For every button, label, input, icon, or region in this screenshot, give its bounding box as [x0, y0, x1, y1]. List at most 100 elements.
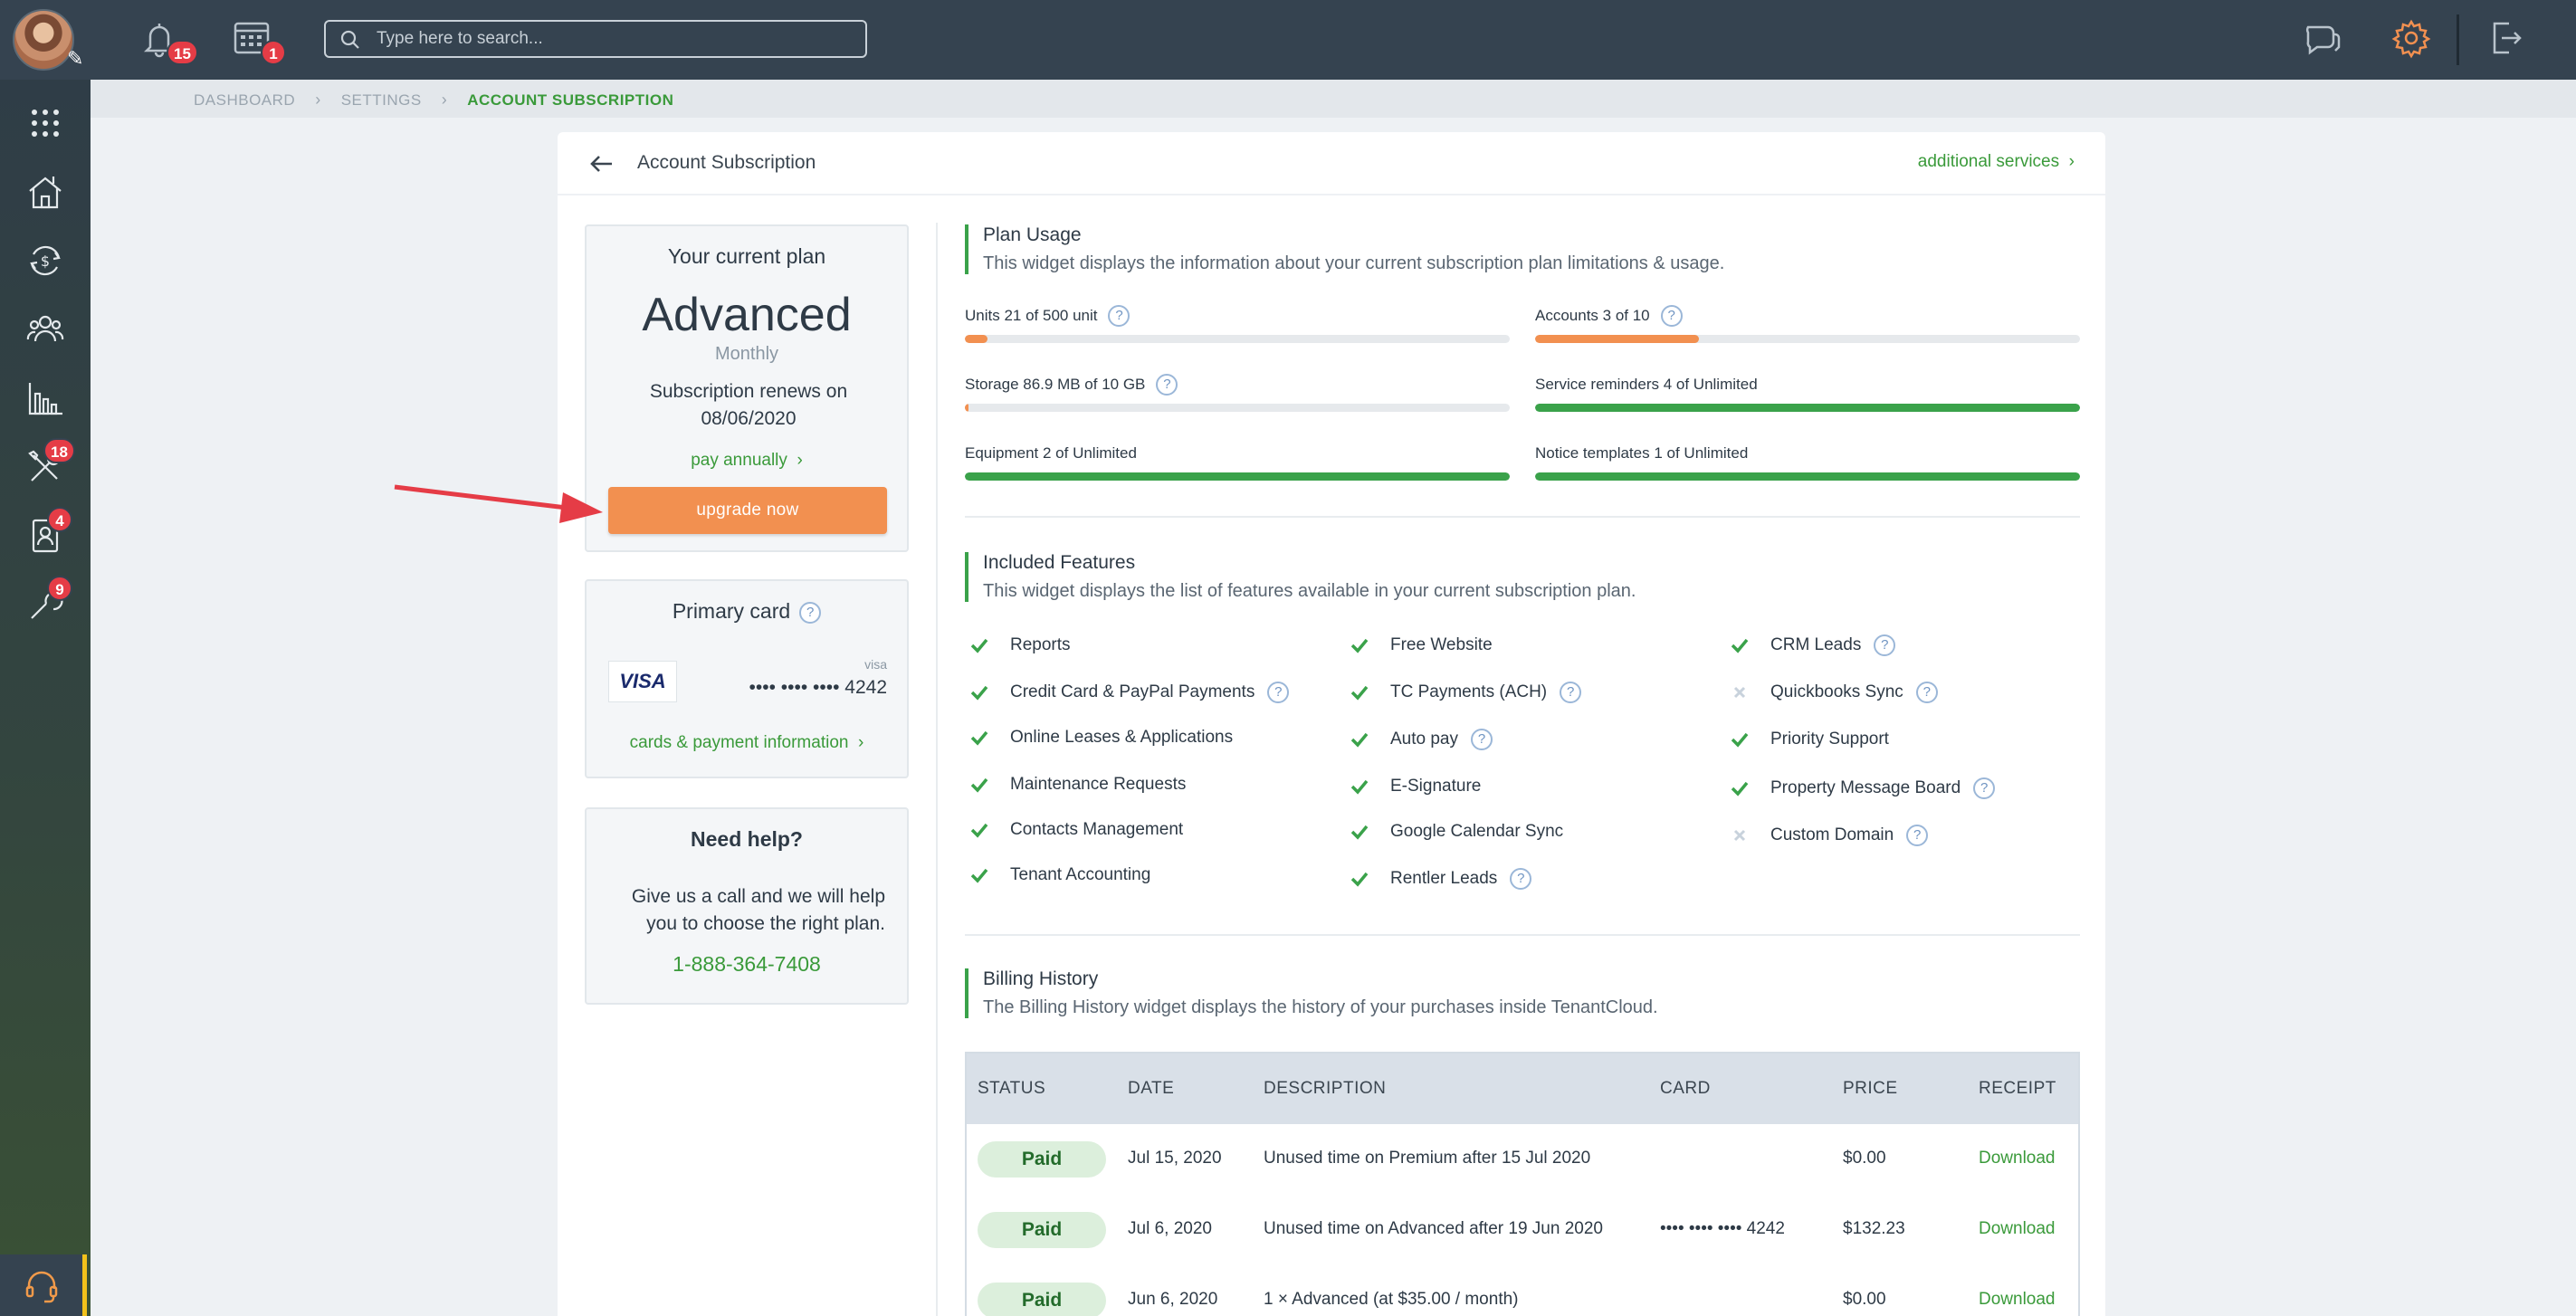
- chat-icon[interactable]: [2299, 16, 2342, 60]
- help-question-icon[interactable]: ?: [1510, 868, 1532, 890]
- svg-text:$: $: [41, 253, 50, 270]
- help-question-icon[interactable]: ?: [1471, 729, 1493, 750]
- support-headset-button[interactable]: [0, 1254, 87, 1316]
- help-question-icon[interactable]: ?: [1915, 682, 1938, 703]
- usage-item: Service reminders 4 of Unlimited: [1535, 373, 2080, 412]
- cross-icon: [1731, 826, 1749, 844]
- breadcrumb-dashboard[interactable]: DASHBOARD: [194, 91, 295, 110]
- sidebar-item-services[interactable]: [0, 570, 91, 639]
- usage-label: Service reminders 4 of Unlimited: [1535, 373, 2080, 396]
- status-badge: Paid: [978, 1212, 1106, 1248]
- help-question-icon[interactable]: ?: [1267, 682, 1290, 703]
- upgrade-now-button[interactable]: upgrade now: [608, 487, 887, 534]
- card-brand: visa: [864, 657, 887, 672]
- search-box[interactable]: [324, 20, 867, 58]
- primary-card-heading: Primary card?: [587, 599, 907, 624]
- cell-description: Unused time on Premium after 15 Jul 2020: [1264, 1149, 1591, 1168]
- feature-item: Maintenance Requests: [970, 771, 1186, 798]
- check-icon: [970, 729, 988, 747]
- pay-annually-link[interactable]: pay annually ›: [587, 451, 907, 471]
- help-question-icon[interactable]: ?: [1108, 305, 1131, 327]
- download-receipt-link[interactable]: Download: [1979, 1219, 2056, 1239]
- usage-progress-bar: [965, 335, 1510, 343]
- feature-label: TC Payments (ACH): [1390, 682, 1548, 701]
- sidebar-item-contacts[interactable]: [0, 501, 91, 570]
- cell-date: Jun 6, 2020: [1128, 1290, 1218, 1309]
- usage-label: Storage 86.9 MB of 10 GB?: [965, 373, 1510, 396]
- feature-label: Credit Card & PayPal Payments: [1010, 682, 1255, 701]
- sidebar-item-people[interactable]: [0, 295, 91, 364]
- help-question-icon[interactable]: ?: [1874, 634, 1896, 656]
- current-plan-panel: Your current plan Advanced Monthly Subsc…: [585, 224, 909, 552]
- back-arrow-icon[interactable]: [588, 150, 615, 177]
- plan-name: Advanced: [642, 289, 852, 341]
- breadcrumb-settings[interactable]: SETTINGS: [341, 91, 422, 110]
- primary-card-panel: Primary card? VISA visa •••• •••• •••• 4…: [585, 579, 909, 778]
- plan-usage-title: Plan Usage: [983, 224, 1082, 245]
- usage-item: Units 21 of 500 unit?: [965, 304, 1510, 343]
- feature-label: Priority Support: [1770, 730, 1889, 749]
- logout-icon[interactable]: [2484, 16, 2527, 60]
- usage-progress-bar: [1535, 404, 2080, 412]
- feature-label: Online Leases & Applications: [1010, 728, 1234, 747]
- cell-price: $0.00: [1843, 1149, 1886, 1168]
- help-question-icon[interactable]: ?: [799, 601, 822, 624]
- plan-period: Monthly: [714, 344, 779, 364]
- feature-label: Reports: [1010, 635, 1071, 654]
- feature-item: Credit Card & PayPal Payments?: [970, 679, 1290, 706]
- cards-payment-link[interactable]: cards & payment information ›: [587, 733, 907, 753]
- pin-icon: ✎: [67, 47, 84, 70]
- user-avatar[interactable]: [13, 9, 74, 71]
- help-question-icon[interactable]: ?: [1906, 825, 1929, 846]
- help-question-icon[interactable]: ?: [1156, 374, 1178, 396]
- billing-rows: Paid Jul 15, 2020 Unused time on Premium a…: [967, 1124, 2078, 1316]
- download-receipt-link[interactable]: Download: [1979, 1290, 2056, 1310]
- status-badge: Paid: [978, 1141, 1106, 1178]
- billing-header: Billing History The Billing History widg…: [965, 968, 1658, 1018]
- feature-item: Property Message Board?: [1731, 775, 1996, 802]
- sidebar-item-payments[interactable]: $: [0, 226, 91, 295]
- feature-item: Google Calendar Sync: [1350, 818, 1563, 845]
- table-row: Paid Jul 15, 2020 Unused time on Premium a…: [967, 1124, 2078, 1195]
- help-question-icon[interactable]: ?: [1660, 305, 1683, 327]
- usage-progress-fill: [1535, 335, 1699, 343]
- search-input[interactable]: [377, 27, 847, 51]
- chevron-right-icon: ›: [315, 91, 321, 109]
- feature-item: Tenant Accounting: [970, 862, 1150, 889]
- check-icon: [970, 866, 988, 884]
- usage-label-text: Notice templates 1 of Unlimited: [1535, 444, 1749, 462]
- card-header: Account Subscription additional services…: [558, 132, 2105, 195]
- sidebar-item-properties[interactable]: [0, 157, 91, 226]
- feature-label: Maintenance Requests: [1010, 775, 1187, 794]
- sidebar-item-reports[interactable]: [0, 364, 91, 433]
- headset-icon: [25, 1271, 57, 1303]
- cell-date: Jul 6, 2020: [1128, 1219, 1212, 1238]
- usage-item: Accounts 3 of 10?: [1535, 304, 2080, 343]
- feature-item: Rentler Leads?: [1350, 865, 1532, 892]
- additional-services-link[interactable]: additional services ›: [1918, 152, 2075, 172]
- usage-progress-bar: [965, 404, 1510, 412]
- usage-progress-fill: [965, 472, 1510, 481]
- usage-label-text: Equipment 2 of Unlimited: [965, 444, 1137, 462]
- usage-item: Equipment 2 of Unlimited: [965, 442, 1510, 481]
- check-icon: [970, 683, 988, 701]
- cell-price: $132.23: [1843, 1219, 1905, 1238]
- feature-item: TC Payments (ACH)?: [1350, 679, 1582, 706]
- money-cycle-icon: $: [30, 245, 61, 276]
- search-icon: [340, 30, 359, 49]
- billing-table-header: STATUS DATE DESCRIPTION CARD PRICE RECEI…: [967, 1054, 2078, 1124]
- users-icon: [26, 315, 64, 342]
- help-question-icon[interactable]: ?: [1560, 682, 1582, 703]
- support-phone-link[interactable]: 1-888-364-7408: [587, 952, 907, 977]
- billing-table: STATUS DATE DESCRIPTION CARD PRICE RECEI…: [965, 1052, 2080, 1316]
- sidebar: $ 18 4 9: [0, 80, 91, 1316]
- sidebar-item-apps[interactable]: [0, 89, 91, 157]
- need-help-panel: Need help? Give us a call and we will he…: [585, 807, 909, 1005]
- settings-gear-icon[interactable]: [2390, 16, 2433, 60]
- help-question-icon[interactable]: ?: [1973, 777, 1996, 799]
- download-receipt-link[interactable]: Download: [1979, 1149, 2056, 1168]
- current-plan-label: Your current plan: [667, 244, 826, 268]
- cell-description: 1 × Advanced (at $35.00 / month): [1264, 1290, 1519, 1309]
- billing-title: Billing History: [983, 968, 1099, 989]
- cell-price: $0.00: [1843, 1290, 1886, 1309]
